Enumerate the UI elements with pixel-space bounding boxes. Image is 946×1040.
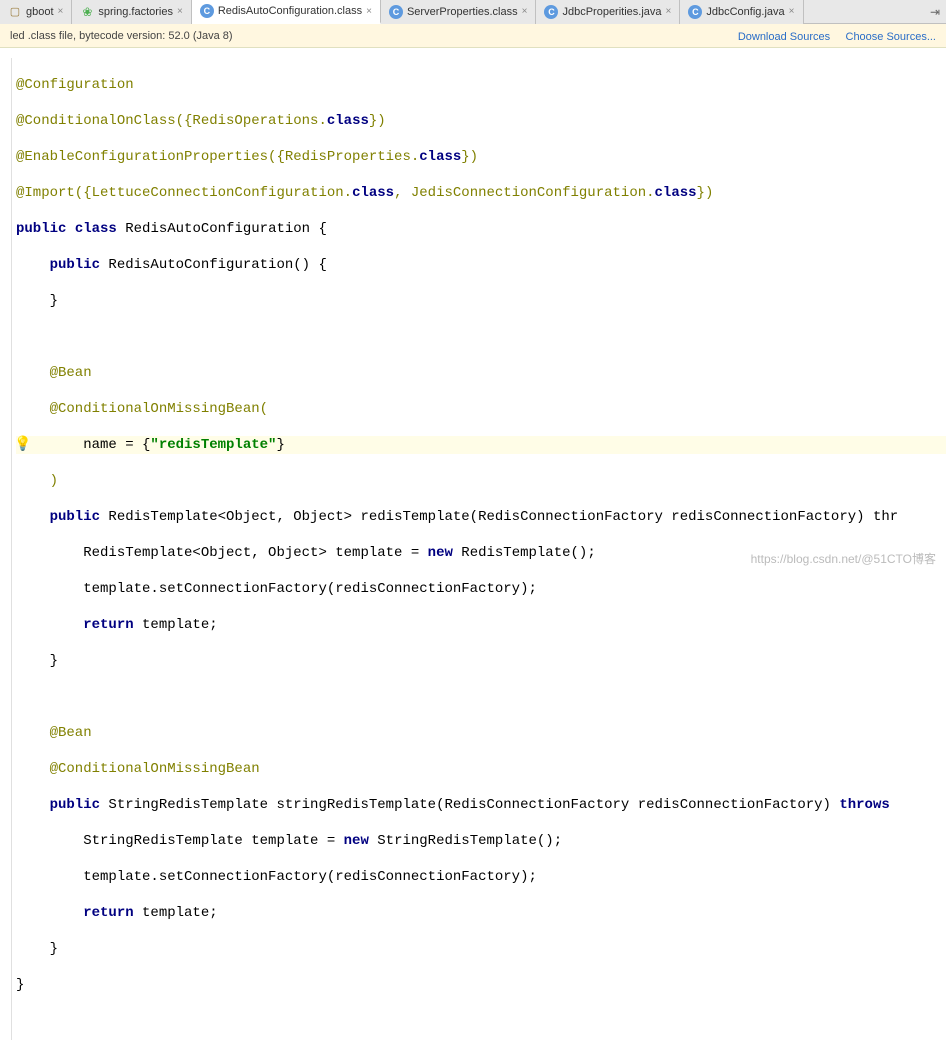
code-editor[interactable]: @Configuration @ConditionalOnClass({Redi… [0,48,946,1030]
close-icon[interactable]: × [666,6,672,17]
close-icon[interactable]: × [177,6,183,17]
class-icon: C [389,5,403,19]
info-links: Download Sources Choose Sources... [726,29,936,43]
choose-sources-link[interactable]: Choose Sources... [846,31,937,43]
decompiled-info-bar: led .class file, bytecode version: 52.0 … [0,24,946,48]
tab-jdbc-config[interactable]: CJdbcConfig.java× [680,0,803,24]
tab-redis-auto-configuration[interactable]: CRedisAutoConfiguration.class× [192,0,381,24]
leaf-icon: ❀ [80,5,94,19]
class-icon: C [688,5,702,19]
class-icon: C [200,4,214,18]
tab-server-properties[interactable]: CServerProperties.class× [381,0,537,24]
code-content[interactable]: @Configuration @ConditionalOnClass({Redi… [12,58,946,1030]
bytecode-info: led .class file, bytecode version: 52.0 … [10,30,233,42]
folder-icon: ▢ [8,5,22,19]
tabs-overflow-icon[interactable]: ⇥ [924,5,946,19]
close-icon[interactable]: × [789,6,795,17]
gutter[interactable] [0,58,12,1040]
close-icon[interactable]: × [522,6,528,17]
tab-gboot[interactable]: ▢gboot× [0,0,72,24]
tab-spring-factories[interactable]: ❀spring.factories× [72,0,191,24]
close-icon[interactable]: × [58,6,64,17]
tab-jdbc-properities[interactable]: CJdbcProperities.java× [536,0,680,24]
download-sources-link[interactable]: Download Sources [738,31,830,43]
class-icon: C [544,5,558,19]
editor-tabs: ▢gboot× ❀spring.factories× CRedisAutoCon… [0,0,946,24]
intention-bulb-icon[interactable]: 💡 [14,436,28,454]
close-icon[interactable]: × [366,6,372,17]
